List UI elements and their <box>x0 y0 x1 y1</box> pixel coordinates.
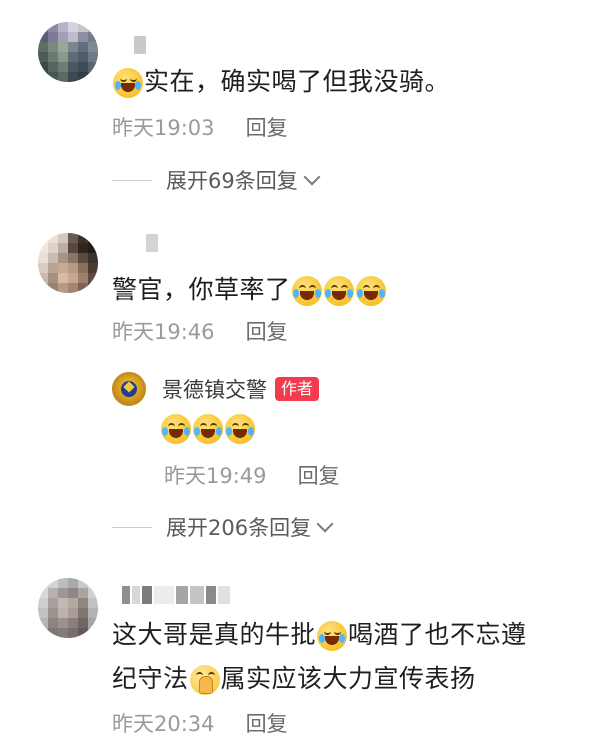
rolling-laughing-icon <box>355 276 386 306</box>
timestamp: 昨天19:49 <box>164 464 267 488</box>
rolling-laughing-icon <box>161 414 191 444</box>
expand-replies-button[interactable]: 展开206条回复 <box>112 512 334 542</box>
timestamp: 昨天19:46 <box>112 320 215 344</box>
chevron-down-icon <box>316 515 334 533</box>
divider <box>112 526 152 528</box>
comment-meta: 昨天19:03 回复 <box>112 114 288 142</box>
reply-button[interactable]: 回复 <box>246 712 288 736</box>
author-reply-header: 景德镇交警 作者 <box>162 374 320 404</box>
comment-meta: 昨天20:34 回复 <box>112 710 288 738</box>
expand-replies-label: 展开206条回复 <box>166 516 312 540</box>
username-blurred[interactable] <box>146 234 158 252</box>
face-with-tears-of-joy-icon <box>113 68 143 98</box>
avatar[interactable] <box>38 22 98 82</box>
username-blurred[interactable] <box>134 36 146 54</box>
comment-text: 警官，你草率了 <box>112 270 387 310</box>
reply-button[interactable]: 回复 <box>246 320 288 344</box>
avatar[interactable] <box>38 233 98 293</box>
author-name[interactable]: 景德镇交警 <box>162 378 267 402</box>
username-blurred[interactable] <box>122 586 230 604</box>
comment-text: 纪守法 属实应该大力宣传表扬 <box>112 664 476 695</box>
expand-replies-label: 展开69条回复 <box>166 169 298 193</box>
author-reply-text <box>160 414 256 444</box>
reply-button[interactable]: 回复 <box>298 464 340 488</box>
comment-text: 实在，确实喝了但我没骑。 <box>112 62 450 102</box>
divider <box>112 179 152 181</box>
police-badge-icon[interactable] <box>112 372 146 406</box>
comment-meta: 昨天19:46 回复 <box>112 318 288 346</box>
pleading-face-icon <box>189 665 220 695</box>
comment-meta: 昨天19:49 回复 <box>164 462 340 490</box>
expand-replies-button[interactable]: 展开69条回复 <box>112 165 321 195</box>
face-with-tears-of-joy-icon <box>317 621 348 651</box>
rolling-laughing-icon <box>323 276 354 306</box>
rolling-laughing-icon <box>225 414 255 444</box>
rolling-laughing-icon <box>193 414 223 444</box>
timestamp: 昨天20:34 <box>112 712 215 736</box>
comment-text: 这大哥是真的牛批 喝酒了也不忘遵 <box>112 620 527 651</box>
timestamp: 昨天19:03 <box>112 116 215 140</box>
reply-button[interactable]: 回复 <box>246 116 288 140</box>
avatar[interactable] <box>38 578 98 638</box>
author-tag: 作者 <box>275 377 320 401</box>
rolling-laughing-icon <box>291 276 322 306</box>
chevron-down-icon <box>303 168 321 186</box>
